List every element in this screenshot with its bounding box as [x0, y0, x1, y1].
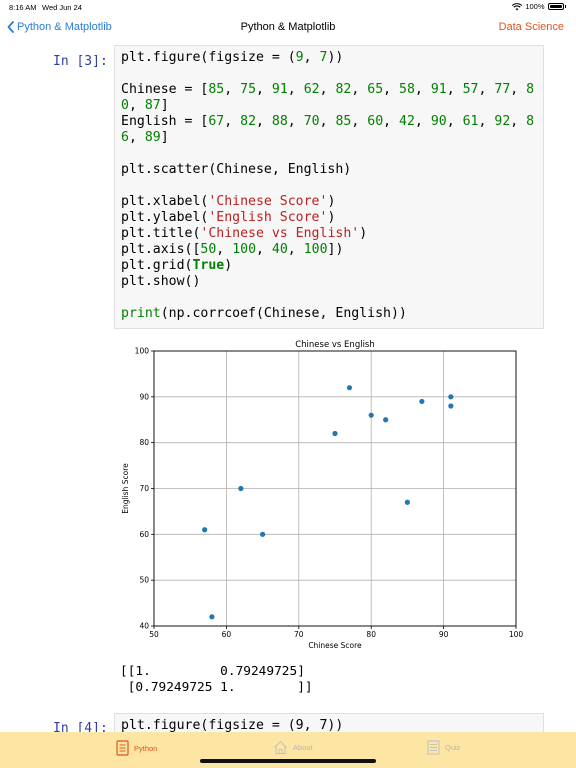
scatter-point: [260, 531, 266, 537]
scatter-point: [209, 614, 215, 620]
next-code-line: plt.figure(figsize = (9, 7)): [121, 718, 344, 732]
y-axis-label: English Score: [121, 463, 130, 514]
status-date: Wed Jun 24: [42, 3, 82, 12]
x-tick-label: 90: [439, 630, 449, 639]
y-tick-label: 100: [135, 347, 150, 356]
status-bar: 8:16 AM Wed Jun 24 100%: [0, 0, 576, 14]
scatter-point: [202, 527, 208, 533]
output-line-1: [[1. 0.79249725]: [120, 664, 305, 679]
tab-about[interactable]: About: [273, 740, 313, 755]
notebook-content[interactable]: In [3]: plt.figure(figsize = (9, 7)) Chi…: [0, 42, 576, 732]
scatter-point: [346, 385, 353, 391]
code-cell[interactable]: plt.figure(figsize = (9, 7)) Chinese = […: [114, 45, 544, 329]
scatter-point: [448, 394, 454, 400]
cell-prompt: In [3]:: [53, 54, 108, 69]
battery-percent: 100%: [525, 2, 545, 11]
x-tick-label: 60: [222, 630, 232, 639]
status-time: 8:16 AM: [9, 3, 37, 12]
scatter-point: [383, 417, 389, 423]
y-tick-label: 70: [139, 484, 149, 493]
battery-icon: [547, 3, 564, 10]
status-right: 100%: [512, 2, 566, 11]
scatter-point: [238, 485, 244, 492]
code-block: plt.figure(figsize = (9, 7)) Chinese = […: [121, 50, 535, 321]
x-tick-label: 80: [366, 630, 376, 639]
house-icon: [274, 740, 287, 755]
tab-python-label: Python: [134, 743, 158, 753]
x-tick-label: 100: [509, 630, 524, 639]
y-tick-label: 90: [139, 392, 149, 401]
y-tick-label: 60: [139, 530, 149, 539]
y-tick-label: 40: [139, 622, 149, 631]
scatter-point: [404, 499, 410, 505]
x-tick-label: 70: [294, 630, 304, 639]
home-indicator: [200, 759, 376, 763]
navigation-bar: Python & Matplotlib Python & Matplotlib …: [0, 14, 576, 42]
x-tick-label: 50: [149, 630, 159, 639]
scatter-point: [368, 412, 374, 418]
python-book-icon: [116, 740, 129, 756]
quiz-icon: [427, 740, 440, 755]
next-code-cell[interactable]: plt.figure(figsize = (9, 7)): [114, 713, 544, 732]
chart-title: Chinese vs English: [295, 340, 375, 350]
tab-quiz-label: Quiz: [445, 743, 461, 752]
wifi-icon: [512, 2, 523, 10]
scatter-point: [332, 430, 338, 437]
x-axis-label: Chinese Score: [308, 641, 362, 650]
data-science-button[interactable]: Data Science: [499, 21, 564, 33]
tab-about-label: About: [293, 743, 313, 752]
tab-python[interactable]: Python: [116, 740, 157, 756]
battery-tip: [564, 5, 566, 8]
cell-output: [[1. 0.79249725] [0.79249725 1. ]]: [120, 664, 313, 696]
y-tick-label: 50: [139, 576, 149, 585]
scatter-chart: 50 60 70 80 90 100405060708090100Chinese vs E…: [121, 340, 524, 650]
scatter-point: [419, 398, 425, 405]
scatter-point: [448, 403, 454, 409]
tab-quiz[interactable]: Quiz: [427, 740, 460, 755]
page-title: Python & Matplotlib: [240, 21, 336, 33]
y-tick-label: 80: [139, 438, 149, 447]
output-line-2: [0.79249725 1. ]]: [120, 680, 313, 695]
next-cell-prompt: In [4]:: [53, 721, 108, 732]
